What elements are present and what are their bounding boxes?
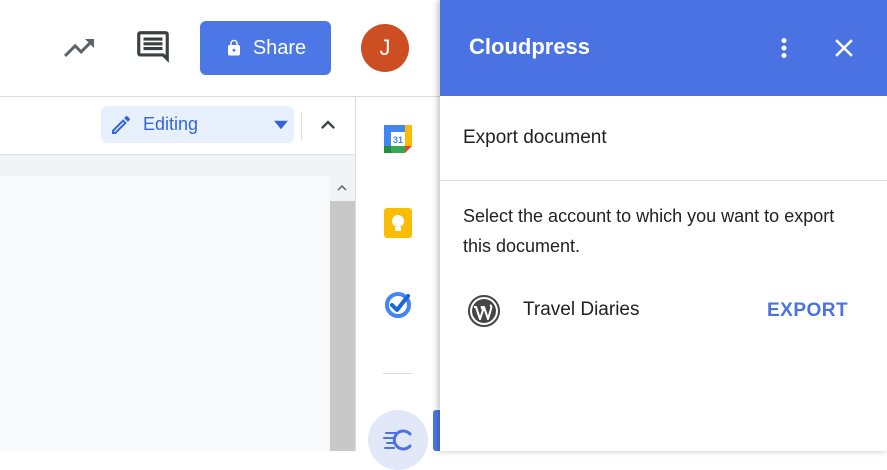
editing-mode-dropdown[interactable]: Editing (101, 106, 294, 143)
export-button[interactable]: EXPORT (767, 300, 848, 322)
instruction-text: Select the account to which you want to … (463, 206, 835, 256)
rail-divider (383, 373, 413, 374)
hide-menus-button[interactable] (308, 105, 348, 145)
editing-mode-label: Editing (143, 114, 199, 134)
document-canvas[interactable] (0, 176, 330, 451)
avatar-initial: J (379, 35, 391, 60)
close-panel-button[interactable] (824, 28, 864, 68)
comment-icon (137, 31, 169, 63)
more-options-button[interactable] (764, 28, 804, 68)
pencil-icon (112, 115, 131, 134)
calendar-addon[interactable]: 31 (384, 125, 412, 153)
comments-button[interactable] (133, 27, 173, 67)
tasks-addon[interactable] (383, 290, 413, 320)
activity-dashboard-button[interactable] (59, 28, 99, 68)
account-avatar (468, 295, 500, 327)
wordpress-icon (468, 295, 500, 327)
caret-down-icon (274, 120, 288, 130)
account-name: Travel Diaries (523, 299, 640, 320)
lock-icon (227, 39, 240, 56)
panel-title: Cloudpress (469, 34, 591, 59)
share-button[interactable]: Share (200, 21, 331, 75)
chevron-up-icon (321, 120, 335, 129)
keep-addon[interactable] (384, 208, 412, 238)
active-addon-indicator (433, 410, 440, 451)
cloudpress-addon-button[interactable] (368, 410, 428, 470)
trending-up-icon (64, 39, 94, 57)
chevron-up-icon (337, 185, 347, 191)
scrollbar-thumb[interactable] (330, 201, 355, 451)
google-tasks-icon (385, 292, 411, 318)
google-calendar-icon: 31 (384, 125, 412, 153)
more-vert-icon (781, 38, 787, 58)
share-label: Share (252, 36, 307, 59)
close-icon (835, 39, 853, 57)
ruler-strip (0, 154, 355, 177)
google-keep-icon (384, 208, 412, 238)
scroll-up-arrow[interactable] (333, 179, 351, 197)
calendar-day-text: 31 (393, 135, 403, 145)
toolbar-divider (301, 112, 302, 140)
cloudpress-icon (383, 429, 412, 451)
avatar[interactable]: J (361, 24, 409, 72)
subheader-text: Export document (463, 127, 607, 148)
